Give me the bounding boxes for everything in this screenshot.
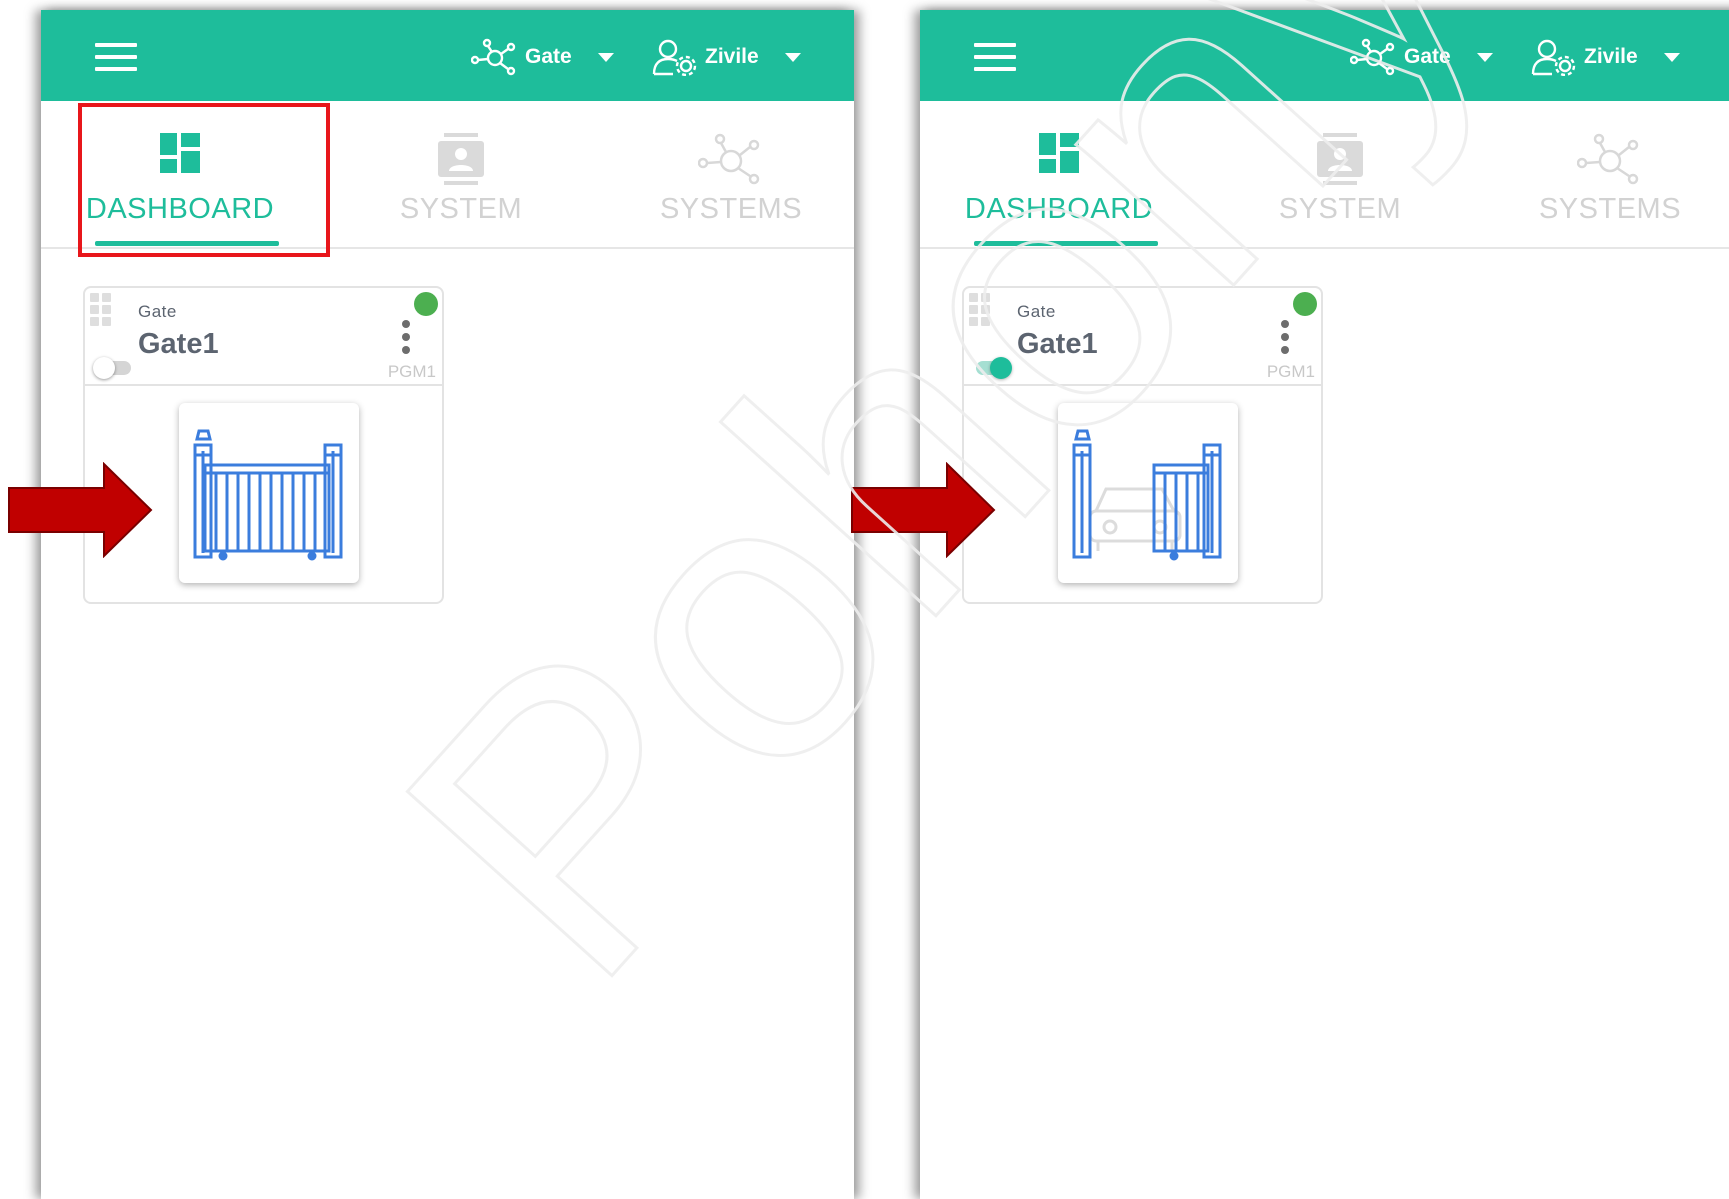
contact-card-icon [438,133,484,185]
device-type-label: Gate [1017,302,1056,321]
device-type-label: Gate [138,302,177,321]
chevron-down-icon [597,52,614,62]
gate-open-icon [1072,429,1222,561]
card-divider [85,384,442,386]
tab-dashboard-label: DASHBOARD [964,193,1154,225]
system-selector[interactable]: Gate [1350,38,1493,76]
highlight-box [78,103,330,257]
app-bar: Gate Zivile [41,10,854,101]
gate-closed-icon [193,429,343,561]
user-settings-icon [1531,39,1576,76]
contact-card-icon [1317,133,1363,185]
dashboard-icon [1039,133,1079,173]
gate-widget-card: Gate Gate1 PGM1 [962,286,1323,604]
gate-control-button[interactable] [1058,403,1238,583]
output-label: PGM1 [387,362,436,381]
device-name: Gate1 [1017,328,1098,360]
tab-system-label: SYSTEM [1278,193,1402,225]
user-menu[interactable]: Zivile [651,38,801,76]
online-status-indicator [414,292,438,316]
more-options-icon[interactable] [1279,318,1291,358]
device-name: Gate1 [138,328,219,360]
user-menu-label: Zivile [1584,45,1638,68]
app-screen-after: Gate Zivile DASHBOARD SYSTEM SYSTEMS Gat… [920,10,1729,1199]
gate-toggle-switch[interactable] [972,356,1012,379]
tab-dashboard[interactable]: DASHBOARD [964,101,1158,247]
system-selector-label: Gate [525,45,572,68]
tab-systems-label: SYSTEMS [1538,193,1682,225]
online-status-indicator [1293,292,1317,316]
drag-handle-icon[interactable] [969,293,993,327]
app-bar: Gate Zivile [920,10,1729,101]
tab-systems[interactable]: SYSTEMS [1520,101,1700,247]
drag-handle-icon[interactable] [90,293,114,327]
chevron-down-icon [1476,52,1493,62]
red-arrow-icon [851,462,996,558]
hamburger-menu-icon[interactable] [95,41,137,73]
tab-bar: DASHBOARD SYSTEM SYSTEMS [920,101,1729,249]
tab-system-label: SYSTEM [399,193,523,225]
gate-toggle-switch[interactable] [93,356,133,379]
more-options-icon[interactable] [400,318,412,358]
chevron-down-icon [1663,52,1680,62]
output-label: PGM1 [1266,362,1315,381]
gate-control-button[interactable] [179,403,359,583]
user-menu-label: Zivile [705,45,759,68]
user-menu[interactable]: Zivile [1530,38,1680,76]
system-selector[interactable]: Gate [471,38,614,76]
red-arrow-icon [8,462,153,558]
tab-system[interactable]: SYSTEM [381,101,541,247]
network-icon [471,38,516,76]
network-icon [1577,133,1639,185]
card-divider [964,384,1321,386]
active-tab-indicator [974,241,1158,246]
tab-system[interactable]: SYSTEM [1260,101,1420,247]
network-icon [698,133,760,185]
tab-systems[interactable]: SYSTEMS [641,101,821,247]
user-settings-icon [652,39,697,76]
system-selector-label: Gate [1404,45,1451,68]
network-icon [1350,38,1395,76]
tab-systems-label: SYSTEMS [659,193,803,225]
chevron-down-icon [784,52,801,62]
hamburger-menu-icon[interactable] [974,41,1016,73]
